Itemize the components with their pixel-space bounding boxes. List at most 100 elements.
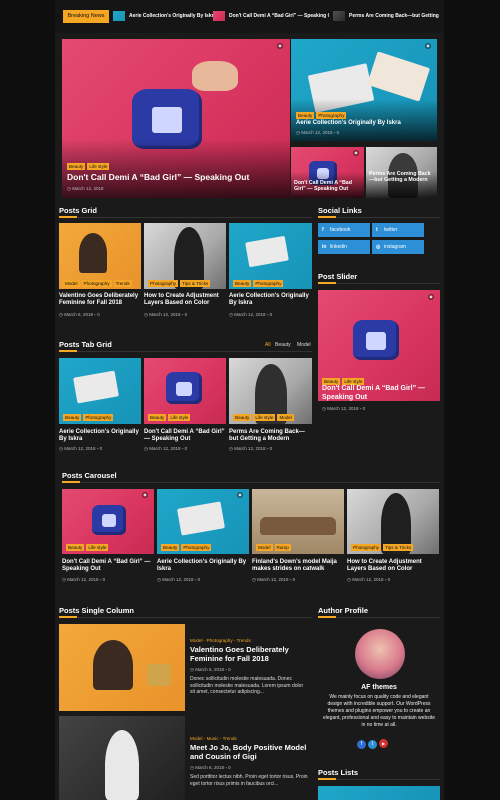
- carousel-thumb-3[interactable]: Model Ramp: [252, 489, 344, 554]
- twitter-link[interactable]: t twitter: [372, 223, 424, 237]
- tag-model[interactable]: Model: [277, 414, 294, 421]
- tab-grid-date-2: March 12, 2018: [149, 446, 181, 451]
- linkedin-link[interactable]: in linkedin: [318, 240, 370, 254]
- camera-icon: ◉: [353, 150, 359, 156]
- posts-lists-thumb-1[interactable]: [318, 786, 440, 800]
- tag-photography[interactable]: Photography: [81, 280, 112, 287]
- tab-grid-title-2[interactable]: Don't Call Demi A “Bad Girl” — Speaking …: [144, 429, 226, 444]
- tag-photography[interactable]: Photography: [83, 414, 114, 421]
- tab-model[interactable]: Model: [297, 342, 311, 348]
- carousel-thumb-2[interactable]: ◉ Beauty Photography: [157, 489, 249, 554]
- breaking-thumb-1[interactable]: [113, 11, 125, 21]
- tag-beauty[interactable]: Beauty: [66, 544, 85, 551]
- tag-tips[interactable]: Tips & Tricks: [180, 280, 211, 287]
- single-column-title-2[interactable]: Meet Jo Jo, Body Positive Model and Cous…: [190, 743, 310, 761]
- breaking-item-1[interactable]: Aerie Collection's Originally By Iskra: [129, 13, 225, 19]
- hero-side-card-2[interactable]: ◉ Don't Call Demi A “Bad Girl” — Speakin…: [291, 147, 364, 198]
- tag-photography[interactable]: Photography: [316, 112, 347, 119]
- posts-grid-title-3[interactable]: Aerie Collection's Originally By Iskra: [229, 293, 312, 308]
- comment-icon: ▫: [99, 577, 102, 582]
- tag-photography[interactable]: Photography: [181, 544, 212, 551]
- tag-lifestyle[interactable]: Life style: [87, 163, 110, 170]
- tag-beauty[interactable]: Beauty: [161, 544, 180, 551]
- instagram-link[interactable]: ◎ instagram: [372, 240, 424, 254]
- comment-icon: ▫: [333, 130, 336, 135]
- posts-grid-thumb-2[interactable]: Photography Tips & Tricks: [144, 223, 226, 289]
- tag-photography[interactable]: Photography: [253, 280, 284, 287]
- tag-photography[interactable]: Photography: [148, 280, 179, 287]
- hero-side-1-date: March 12, 2018: [301, 130, 333, 135]
- hero-side-1-title[interactable]: Aerie Collection's Originally By Iskra: [296, 120, 436, 127]
- tag-beauty[interactable]: Beauty: [233, 280, 252, 287]
- tag-beauty[interactable]: Beauty: [63, 414, 82, 421]
- breaking-item-2[interactable]: Don't Call Demi A “Bad Girl” — Speaking …: [229, 13, 329, 19]
- tab-grid-title-1[interactable]: Aerie Collection's Originally By Iskra: [59, 429, 141, 444]
- tag-trends[interactable]: Trends: [113, 280, 132, 287]
- tab-grid-date-3: March 12, 2018: [234, 446, 266, 451]
- posts-grid-thumb-3[interactable]: Beauty Photography: [229, 223, 312, 289]
- carousel-title-4[interactable]: How to Create Adjustment Layers Based on…: [347, 559, 439, 574]
- clock-icon: ◷: [252, 577, 256, 582]
- posts-grid-title-1[interactable]: Valentino Goes Deliberately Feminine for…: [59, 293, 141, 308]
- tag-lifestyle[interactable]: Life style: [168, 414, 191, 421]
- tab-grid-thumb-2[interactable]: Beauty Life style: [144, 358, 226, 424]
- tag-beauty[interactable]: Beauty: [296, 112, 315, 119]
- hero-main-card[interactable]: ◉ Beauty Life style Don't Call Demi A “Ba…: [62, 39, 290, 198]
- tag-model[interactable]: Model: [63, 280, 80, 287]
- tag-photography[interactable]: Photography: [351, 544, 382, 551]
- comment-count: 0: [336, 130, 340, 135]
- twitter-icon[interactable]: t: [368, 740, 377, 749]
- single-column-thumb-2[interactable]: [59, 716, 185, 800]
- facebook-link[interactable]: f facebook: [318, 223, 370, 237]
- posts-grid-thumb-1[interactable]: Model Photography Trends: [59, 223, 141, 289]
- breaking-item-3[interactable]: Perms Are Coming Back—but Getting a Mode…: [349, 13, 439, 19]
- clock-icon: ◷: [296, 130, 300, 135]
- tag-beauty[interactable]: Beauty: [322, 378, 341, 385]
- breaking-news-bar: Breaking News Aerie Collection's Origina…: [55, 0, 444, 33]
- tag-lifestyle[interactable]: Life style: [253, 414, 276, 421]
- hero-main-title[interactable]: Don't Call Demi A “Bad Girl” — Speaking …: [67, 172, 287, 182]
- tag-lifestyle[interactable]: Life style: [86, 544, 109, 551]
- tag-tips[interactable]: Tips & Tricks: [383, 544, 414, 551]
- hero-side-3-title[interactable]: Perms Are Coming Back—but Getting a Mode…: [369, 171, 431, 184]
- clock-icon: ◷: [59, 312, 63, 317]
- single-column-cats-2[interactable]: Model - Music - Trends: [190, 736, 237, 741]
- post-slider-title[interactable]: Don't Call Demi A “Bad Girl” — Speaking …: [322, 385, 438, 402]
- comment-icon: ▫: [225, 667, 227, 672]
- facebook-icon[interactable]: f: [357, 740, 366, 749]
- breaking-thumb-2[interactable]: [213, 11, 225, 21]
- car-image: [260, 517, 336, 535]
- single-column-title-1[interactable]: Valentino Goes Deliberately Feminine for…: [190, 645, 308, 663]
- comment-icon: ▫: [96, 446, 99, 451]
- tab-grid-title-3[interactable]: Perms Are Coming Back—but Getting a Mode…: [229, 429, 312, 444]
- youtube-icon[interactable]: ▶: [379, 739, 388, 748]
- single-column-cats-1[interactable]: Model - Photography - Trends: [190, 638, 251, 643]
- hero-side-card-3[interactable]: Perms Are Coming Back—but Getting a Mode…: [366, 147, 437, 198]
- clock-icon: ◷: [144, 312, 148, 317]
- tab-all[interactable]: All: [265, 342, 271, 348]
- facebook-icon: f: [322, 227, 324, 233]
- tag-beauty[interactable]: Beauty: [233, 414, 252, 421]
- page: Breaking News Aerie Collection's Origina…: [55, 0, 444, 800]
- hero-side-card-1[interactable]: ◉ Beauty Photography Aerie Collection's O…: [291, 39, 437, 141]
- cassette-image: [73, 370, 119, 404]
- tag-beauty[interactable]: Beauty: [67, 163, 86, 170]
- carousel-thumb-4[interactable]: Photography Tips & Tricks: [347, 489, 439, 554]
- posts-grid-heading: Posts Grid: [59, 206, 97, 215]
- social-links-heading: Social Links: [318, 206, 362, 215]
- tab-beauty[interactable]: Beauty: [275, 342, 291, 348]
- tab-grid-thumb-3[interactable]: Beauty Life style Model: [229, 358, 312, 424]
- tag-ramp[interactable]: Ramp: [274, 544, 291, 551]
- posts-grid-title-2[interactable]: How to Create Adjustment Layers Based on…: [144, 293, 226, 308]
- tag-lifestyle[interactable]: Life style: [342, 378, 365, 385]
- carousel-title-2[interactable]: Aerie Collection's Originally By Iskra: [157, 559, 249, 574]
- single-column-thumb-1[interactable]: [59, 624, 185, 711]
- breaking-thumb-3[interactable]: [333, 11, 345, 21]
- tag-beauty[interactable]: Beauty: [148, 414, 167, 421]
- carousel-title-1[interactable]: Don't Call Demi A “Bad Girl” — Speaking …: [62, 559, 154, 574]
- tab-grid-thumb-1[interactable]: Beauty Photography: [59, 358, 141, 424]
- carousel-thumb-1[interactable]: ◉ Beauty Life style: [62, 489, 154, 554]
- tag-model[interactable]: Model: [256, 544, 273, 551]
- hero-side-2-title[interactable]: Don't Call Demi A “Bad Girl” — Speaking …: [294, 180, 362, 193]
- carousel-title-3[interactable]: Finland's Down's model Maija makes strid…: [252, 559, 344, 574]
